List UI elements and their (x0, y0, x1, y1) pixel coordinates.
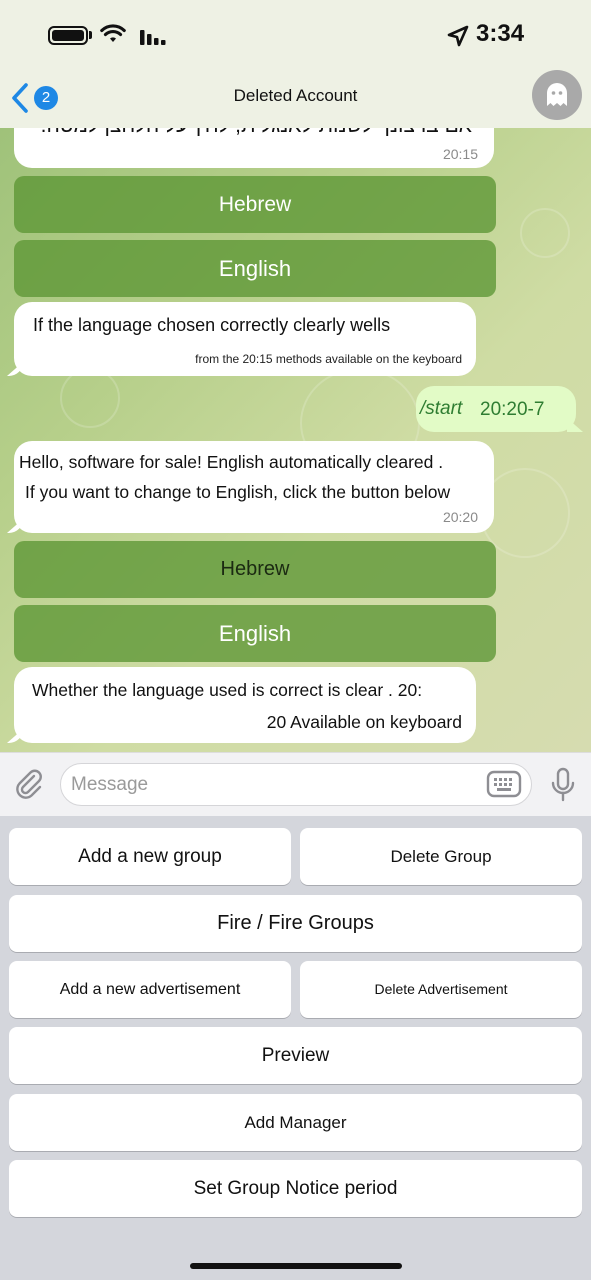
battery-icon (48, 26, 88, 45)
message-subtext: from the 20:15 methods available on the … (195, 352, 462, 366)
inline-button-hebrew[interactable]: Hebrew (14, 541, 496, 598)
message-text: /start (420, 398, 463, 419)
message-text: אם ברצונך לשנות לאנגלית, לחץ על הלחצן למ… (41, 128, 472, 138)
set-notice-period-button[interactable]: Set Group Notice period (9, 1160, 582, 1217)
keyboard-toggle-icon[interactable] (486, 770, 522, 798)
ghost-icon (547, 83, 567, 106)
fire-groups-button[interactable]: Fire / Fire Groups (9, 895, 582, 952)
battery-cap (89, 31, 92, 39)
message-time: 20:20-7 (480, 399, 545, 420)
wallpaper-doodle (60, 368, 120, 428)
message-bubble-outgoing: /start 20:20-7 (416, 386, 576, 432)
message-bubble-incoming: Whether the language used is correct is … (14, 667, 476, 743)
message-text-line1: Whether the language used is correct is … (32, 680, 423, 700)
chat-title[interactable]: Deleted Account (0, 86, 591, 106)
avatar[interactable] (532, 70, 582, 120)
signal-icon (140, 30, 166, 45)
message-bubble-incoming: Hello, software for sale! English automa… (14, 441, 494, 533)
chat-area[interactable]: אם ברצונך לשנות לאנגלית, לחץ על הלחצן למ… (0, 128, 591, 752)
add-advertisement-button[interactable]: Add a new advertisement (9, 961, 291, 1018)
inline-button-english[interactable]: English (14, 240, 496, 297)
inline-button-english[interactable]: English (14, 605, 496, 662)
message-placeholder: Message (71, 774, 149, 795)
add-group-button[interactable]: Add a new group (9, 828, 291, 885)
message-input[interactable]: Message (60, 763, 532, 806)
microphone-icon[interactable] (550, 767, 576, 803)
reply-keyboard: Add a new group Delete Group Fire / Fire… (0, 816, 591, 1280)
message-time: 20:20 (442, 509, 478, 525)
delete-group-button[interactable]: Delete Group (300, 828, 582, 885)
add-manager-button[interactable]: Add Manager (9, 1094, 582, 1151)
location-arrow-icon (447, 25, 469, 47)
message-text-line2: If you want to change to English, click … (25, 482, 451, 502)
message-input-bar: Message (0, 752, 591, 816)
message-time: 20:15 (442, 146, 478, 162)
message-text-line1: Hello, software for sale! English automa… (19, 452, 444, 472)
preview-button[interactable]: Preview (9, 1027, 582, 1084)
message-bubble-incoming: If the language chosen correctly clearly… (14, 302, 476, 376)
wallpaper-doodle (520, 208, 570, 258)
message-text-line2: 20 Available on keyboard (266, 712, 462, 732)
delete-advertisement-button[interactable]: Delete Advertisement (300, 961, 582, 1018)
status-time: 3:34 (476, 20, 525, 47)
paperclip-icon[interactable] (12, 767, 46, 801)
message-bubble-incoming: אם ברצונך לשנות לאנגלית, לחץ על הלחצן למ… (14, 128, 494, 168)
home-indicator[interactable] (190, 1263, 402, 1269)
inline-button-hebrew[interactable]: Hebrew (14, 176, 496, 233)
status-bar: 3:34 (0, 0, 591, 66)
chat-header: 2 Deleted Account (0, 66, 591, 128)
wifi-icon (100, 24, 126, 42)
message-text: If the language chosen correctly clearly… (33, 315, 391, 335)
